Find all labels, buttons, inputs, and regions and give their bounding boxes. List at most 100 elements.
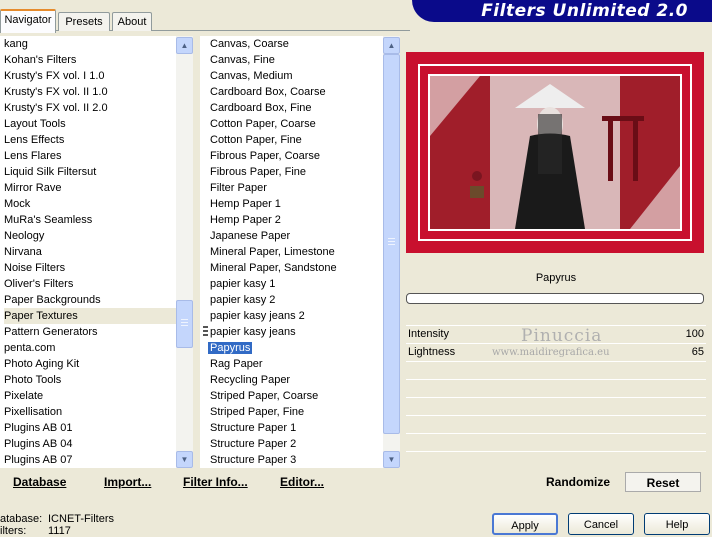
intensity-value[interactable]: 100 bbox=[686, 326, 704, 343]
filter-item[interactable]: papier kasy jeans 2 bbox=[200, 308, 383, 324]
filter-item[interactable]: Recycling Paper bbox=[200, 372, 383, 388]
category-item[interactable]: kang bbox=[4, 36, 176, 52]
category-item[interactable]: Noise Filters bbox=[4, 260, 176, 276]
filter-item[interactable]: papier kasy 2 bbox=[200, 292, 383, 308]
filter-item[interactable]: Canvas, Medium bbox=[200, 68, 383, 84]
progress-bar bbox=[406, 293, 704, 304]
scroll-up-icon[interactable]: ▲ bbox=[176, 37, 193, 54]
editor-button[interactable]: Editor... bbox=[280, 475, 324, 489]
category-item[interactable]: Paper Textures bbox=[4, 308, 176, 324]
filter-item[interactable]: Mineral Paper, Limestone bbox=[200, 244, 383, 260]
filter-item[interactable]: Fibrous Paper, Fine bbox=[200, 164, 383, 180]
category-item[interactable]: Oliver's Filters bbox=[4, 276, 176, 292]
filter-name-label: Papyrus bbox=[535, 272, 577, 284]
category-item[interactable]: Mirror Rave bbox=[4, 180, 176, 196]
randomize-button[interactable]: Randomize bbox=[540, 472, 616, 492]
category-item[interactable]: Pixelate bbox=[4, 388, 176, 404]
filter-item[interactable]: Japanese Paper bbox=[200, 228, 383, 244]
filter-item[interactable]: Cotton Paper, Fine bbox=[200, 132, 383, 148]
filter-item[interactable]: Canvas, Fine bbox=[200, 52, 383, 68]
reset-button[interactable]: Reset bbox=[625, 472, 701, 492]
filter-info-button[interactable]: Filter Info... bbox=[183, 475, 248, 489]
filter-list[interactable]: Canvas, Coarse Canvas, Fine Canvas, Medium… bbox=[200, 36, 383, 468]
category-scrollbar[interactable]: ▲ ▼ bbox=[176, 36, 193, 468]
filter-item[interactable]: Hemp Paper 2 bbox=[200, 212, 383, 228]
category-item[interactable]: Lens Flares bbox=[4, 148, 176, 164]
filter-item[interactable]: Hemp Paper 1 bbox=[200, 196, 383, 212]
database-button[interactable]: Database bbox=[13, 475, 66, 489]
filter-item[interactable]: Striped Paper, Fine bbox=[200, 404, 383, 420]
scroll-down-icon[interactable]: ▼ bbox=[176, 451, 193, 468]
filters-count-label: ilters: bbox=[0, 525, 27, 537]
category-item[interactable]: Layout Tools bbox=[4, 116, 176, 132]
filter-item[interactable]: Cardboard Box, Coarse bbox=[200, 84, 383, 100]
empty-control-row bbox=[406, 451, 706, 466]
filter-item[interactable]: Striped Paper, Coarse bbox=[200, 388, 383, 404]
category-item[interactable]: Photo Tools bbox=[4, 372, 176, 388]
filter-item[interactable]: Filter Paper bbox=[200, 180, 383, 196]
category-item[interactable]: Pixellisation bbox=[4, 404, 176, 420]
filters-count-value: 1117 bbox=[48, 525, 71, 537]
category-item[interactable]: Krusty's FX vol. I 1.0 bbox=[4, 68, 176, 84]
filter-item[interactable]: Canvas, Coarse bbox=[200, 36, 383, 52]
tab-navigator[interactable]: Navigator bbox=[0, 9, 56, 33]
apply-button[interactable]: Apply bbox=[492, 513, 558, 535]
category-item[interactable]: Photo Aging Kit bbox=[4, 356, 176, 372]
tab-about[interactable]: About bbox=[112, 12, 152, 31]
filter-scrollbar[interactable]: ▲ ▼ bbox=[383, 36, 400, 468]
banner: Filters Unlimited 2.0 bbox=[412, 0, 712, 22]
tab-presets[interactable]: Presets bbox=[58, 12, 110, 31]
category-item[interactable]: Nirvana bbox=[4, 244, 176, 260]
category-item[interactable]: Plugins AB 01 bbox=[4, 420, 176, 436]
lightness-label: Lightness bbox=[408, 346, 456, 358]
watermark-name: Pinuccia bbox=[521, 326, 603, 346]
category-list[interactable]: kang Kohan's Filters Krusty's FX vol. I 1.… bbox=[0, 36, 176, 468]
preview-image bbox=[406, 52, 704, 253]
filters-count-info: ilters: 1117 bbox=[0, 525, 71, 537]
database-info: atabase: ICNET-Filters bbox=[0, 513, 114, 525]
category-item[interactable]: Kohan's Filters bbox=[4, 52, 176, 68]
filter-item[interactable]: Cotton Paper, Coarse bbox=[200, 116, 383, 132]
drag-grip-icon bbox=[203, 325, 208, 339]
category-item[interactable]: Krusty's FX vol. II 2.0 bbox=[4, 100, 176, 116]
filter-item[interactable]: Papyrus bbox=[200, 340, 383, 356]
empty-control-row bbox=[406, 397, 706, 415]
category-item[interactable]: Krusty's FX vol. II 1.0 bbox=[4, 84, 176, 100]
scroll-up-icon[interactable]: ▲ bbox=[383, 37, 400, 54]
scroll-down-icon[interactable]: ▼ bbox=[383, 451, 400, 468]
filter-item[interactable]: papier kasy 1 bbox=[200, 276, 383, 292]
category-item[interactable]: Paper Backgrounds bbox=[4, 292, 176, 308]
filter-item[interactable]: Fibrous Paper, Coarse bbox=[200, 148, 383, 164]
empty-control-row bbox=[406, 361, 706, 379]
intensity-label: Intensity bbox=[408, 328, 449, 340]
category-item[interactable]: Plugins AB 04 bbox=[4, 436, 176, 452]
app-title: Filters Unlimited 2.0 bbox=[481, 1, 688, 21]
category-item[interactable]: Plugins AB 07 bbox=[4, 452, 176, 468]
filter-item[interactable]: Structure Paper 2 bbox=[200, 436, 383, 452]
category-item[interactable]: MuRa's Seamless bbox=[4, 212, 176, 228]
database-info-value: ICNET-Filters bbox=[48, 513, 114, 525]
lightness-value[interactable]: 65 bbox=[692, 344, 704, 361]
database-info-label: atabase: bbox=[0, 513, 43, 525]
category-item[interactable]: Neology bbox=[4, 228, 176, 244]
filter-item[interactable]: papier kasy jeans bbox=[200, 324, 383, 340]
scrollbar-thumb[interactable] bbox=[383, 54, 400, 434]
filter-item[interactable]: Structure Paper 1 bbox=[200, 420, 383, 436]
empty-control-row bbox=[406, 433, 706, 451]
category-item[interactable]: Liquid Silk Filtersut bbox=[4, 164, 176, 180]
cancel-button[interactable]: Cancel bbox=[568, 513, 634, 535]
empty-control-row bbox=[406, 415, 706, 433]
category-item[interactable]: Lens Effects bbox=[4, 132, 176, 148]
category-item[interactable]: Mock bbox=[4, 196, 176, 212]
empty-control-row bbox=[406, 379, 706, 397]
import-button[interactable]: Import... bbox=[104, 475, 151, 489]
filter-item[interactable]: Mineral Paper, Sandstone bbox=[200, 260, 383, 276]
category-item[interactable]: Pattern Generators bbox=[4, 324, 176, 340]
help-button[interactable]: Help bbox=[644, 513, 710, 535]
filter-item[interactable]: Structure Paper 3 bbox=[200, 452, 383, 468]
filter-item[interactable]: Rag Paper bbox=[200, 356, 383, 372]
category-item[interactable]: penta.com bbox=[4, 340, 176, 356]
filter-item[interactable]: Cardboard Box, Fine bbox=[200, 100, 383, 116]
scrollbar-thumb[interactable] bbox=[176, 300, 193, 348]
watermark-url: www.maidiregrafica.eu bbox=[492, 347, 610, 358]
